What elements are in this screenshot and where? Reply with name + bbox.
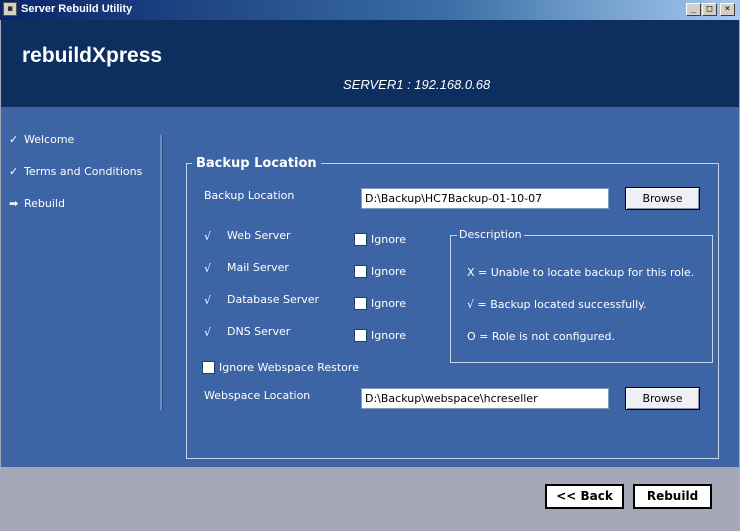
ignore-webspace-checkbox[interactable] (202, 361, 215, 374)
app-window-icon[interactable]: ▪ (3, 2, 17, 16)
window-title: Server Rebuild Utility (21, 3, 133, 15)
browse-backup-button[interactable]: Browse (625, 187, 700, 210)
ignore-label: Ignore (371, 297, 406, 310)
status-check-icon: √ (204, 294, 212, 307)
app-name: rebuildXpress (22, 44, 163, 67)
role-label-web: Web Server (227, 229, 291, 242)
status-check-icon: √ (204, 262, 212, 275)
description-line: O = Role is not configured. (467, 330, 616, 343)
back-button[interactable]: << Back (545, 484, 624, 509)
step-label: Rebuild (24, 197, 65, 210)
maximize-button[interactable]: □ (702, 3, 717, 16)
step-terms: ✓ Terms and Conditions (9, 165, 142, 178)
server-info: SERVER1 : 192.168.0.68 (343, 77, 491, 92)
browse-webspace-button[interactable]: Browse (625, 387, 700, 410)
description-title: Description (457, 228, 524, 241)
ignore-label: Ignore (371, 329, 406, 342)
role-label-database: Database Server (227, 293, 320, 306)
webspace-location-input[interactable]: D:\Backup\webspace\hcreseller (361, 388, 609, 409)
title-bar: ▪ Server Rebuild Utility _ □ × (0, 0, 740, 20)
header-banner: rebuildXpress SERVER1 : 192.168.0.68 (1, 20, 739, 107)
footer-bar (1, 467, 739, 529)
rebuild-button[interactable]: Rebuild (633, 484, 712, 509)
close-button[interactable]: × (720, 3, 735, 16)
description-line: √ = Backup located successfully. (467, 298, 647, 311)
backup-location-label: Backup Location (204, 189, 295, 202)
role-label-dns: DNS Server (227, 325, 291, 338)
ignore-web-checkbox[interactable] (354, 233, 367, 246)
status-check-icon: √ (204, 230, 212, 243)
description-line: X = Unable to locate backup for this rol… (467, 266, 695, 279)
nav-divider (160, 135, 163, 410)
ignore-mail-checkbox[interactable] (354, 265, 367, 278)
ignore-label: Ignore (371, 265, 406, 278)
group-title: Backup Location (192, 156, 321, 171)
step-welcome: ✓ Welcome (9, 133, 74, 146)
ignore-label: Ignore (371, 233, 406, 246)
role-label-mail: Mail Server (227, 261, 289, 274)
ignore-dns-checkbox[interactable] (354, 329, 367, 342)
status-check-icon: √ (204, 326, 212, 339)
minimize-button[interactable]: _ (686, 3, 701, 16)
step-label: Welcome (24, 133, 75, 146)
ignore-database-checkbox[interactable] (354, 297, 367, 310)
arrow-right-icon: ➡ (9, 197, 19, 210)
step-rebuild: ➡ Rebuild (9, 197, 65, 210)
backup-location-input[interactable]: D:\Backup\HC7Backup-01-10-07 (361, 188, 609, 209)
ignore-webspace-label: Ignore Webspace Restore (219, 361, 359, 374)
webspace-location-label: Webspace Location (204, 389, 311, 402)
check-icon: ✓ (9, 133, 19, 146)
check-icon: ✓ (9, 165, 19, 178)
step-label: Terms and Conditions (24, 165, 143, 178)
